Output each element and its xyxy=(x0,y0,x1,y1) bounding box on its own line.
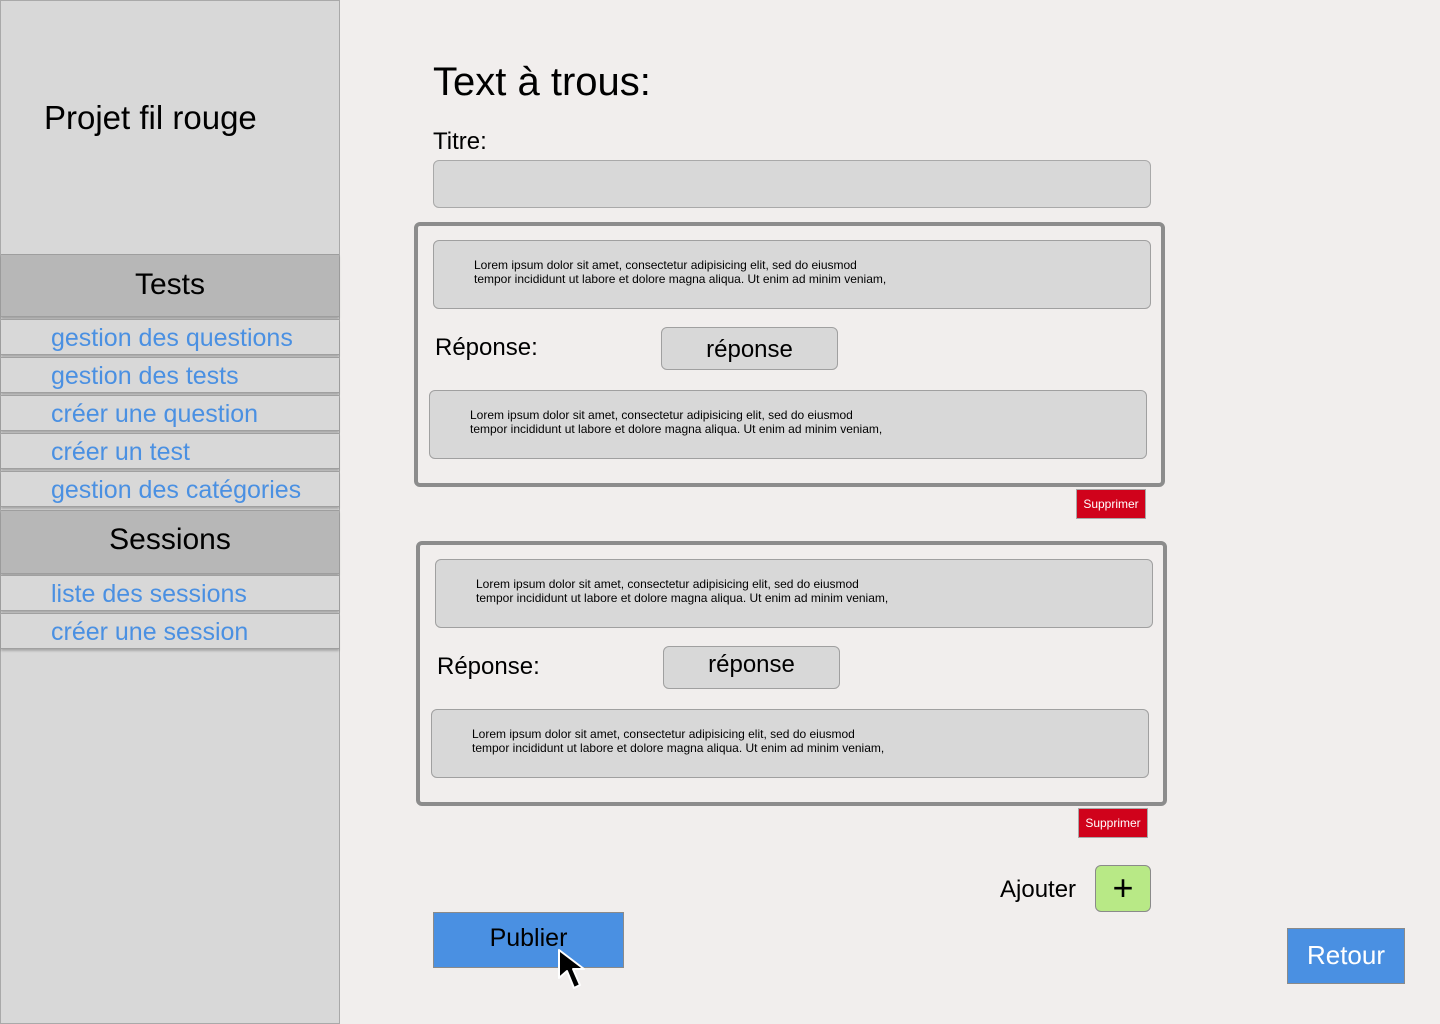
text-after-field[interactable]: Lorem ipsum dolor sit amet, consectetur … xyxy=(429,390,1147,459)
reponse-label: Réponse: xyxy=(435,334,538,361)
text-after-field[interactable]: Lorem ipsum dolor sit amet, consectetur … xyxy=(431,709,1149,778)
section-header-tests: Tests xyxy=(1,254,339,317)
mouse-pointer-icon xyxy=(558,949,585,989)
nav-item-liste-des-sessions[interactable]: liste des sessions xyxy=(1,575,339,611)
nav-item-creer-un-test[interactable]: créer un test xyxy=(1,433,339,469)
nav-item-gestion-des-questions[interactable]: gestion des questions xyxy=(1,319,339,355)
text-line: tempor incididunt ut labore et dolore ma… xyxy=(472,741,885,755)
page-title: Text à trous: xyxy=(433,60,651,104)
text-line: tempor incididunt ut labore et dolore ma… xyxy=(470,422,883,436)
blank-question-card: Lorem ipsum dolor sit amet, consectetur … xyxy=(414,222,1165,487)
nav-item-creer-une-session[interactable]: créer une session xyxy=(1,613,339,649)
nav-item-gestion-des-categories[interactable]: gestion des catégories xyxy=(1,471,339,507)
text-line: tempor incididunt ut labore et dolore ma… xyxy=(476,591,889,605)
delete-button[interactable]: Supprimer xyxy=(1078,808,1148,838)
reponse-field[interactable]: réponse xyxy=(663,646,840,689)
nav-item-creer-une-question[interactable]: créer une question xyxy=(1,395,339,431)
blank-question-card: Lorem ipsum dolor sit amet, consectetur … xyxy=(416,541,1167,806)
text-line: Lorem ipsum dolor sit amet, consectetur … xyxy=(470,408,853,422)
reponse-field[interactable]: réponse xyxy=(661,327,838,370)
delete-button[interactable]: Supprimer xyxy=(1076,489,1146,519)
titre-input[interactable] xyxy=(433,160,1151,208)
add-button[interactable]: + xyxy=(1095,865,1151,912)
text-before-field[interactable]: Lorem ipsum dolor sit amet, consectetur … xyxy=(435,559,1153,628)
publish-button[interactable]: Publier xyxy=(433,912,624,968)
sidebar: Projet fil rouge Tests gestion des quest… xyxy=(0,0,340,1024)
text-line: Lorem ipsum dolor sit amet, consectetur … xyxy=(474,258,857,272)
nav-item-gestion-des-tests[interactable]: gestion des tests xyxy=(1,357,339,393)
ajouter-label: Ajouter xyxy=(1000,876,1077,903)
app-title: Projet fil rouge xyxy=(44,99,257,136)
section-header-sessions: Sessions xyxy=(1,510,339,574)
text-line: Lorem ipsum dolor sit amet, consectetur … xyxy=(476,577,859,591)
titre-label: Titre: xyxy=(433,128,487,155)
text-line: Lorem ipsum dolor sit amet, consectetur … xyxy=(472,727,855,741)
text-line: tempor incididunt ut labore et dolore ma… xyxy=(474,272,887,286)
plus-icon: + xyxy=(1112,867,1134,908)
reponse-label: Réponse: xyxy=(437,653,540,680)
text-before-field[interactable]: Lorem ipsum dolor sit amet, consectetur … xyxy=(433,240,1151,309)
back-button[interactable]: Retour xyxy=(1287,928,1405,984)
